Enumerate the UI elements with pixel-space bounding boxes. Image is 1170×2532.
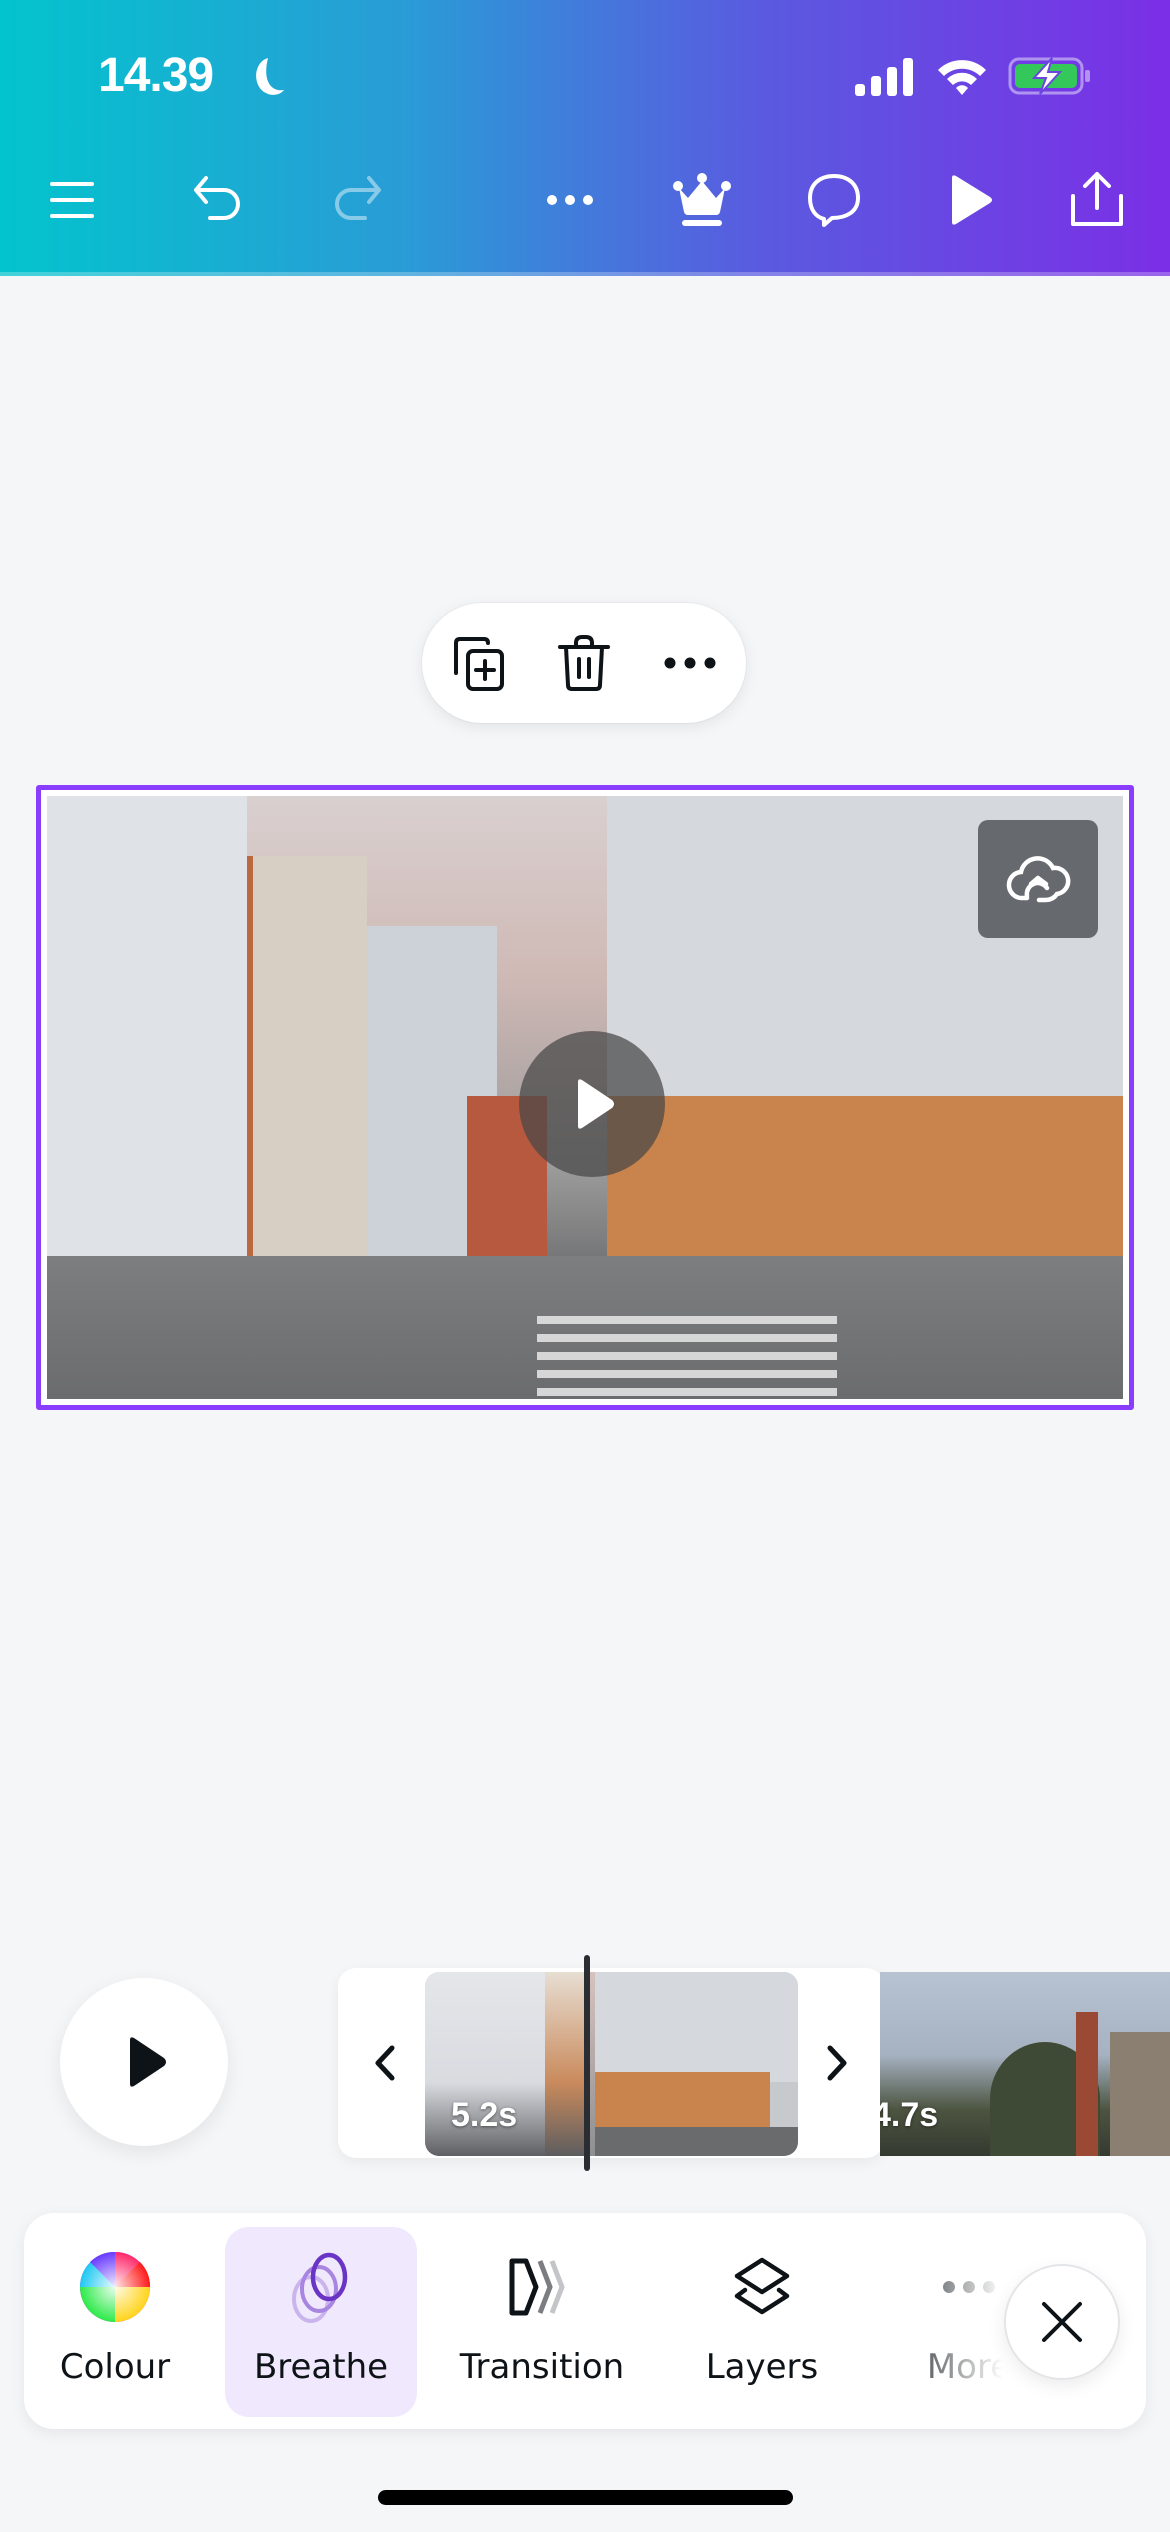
duplicate-icon xyxy=(454,637,504,691)
video-scene-building-left2 xyxy=(247,856,367,1276)
toolbar-item-colour[interactable]: Colour xyxy=(34,2213,196,2429)
more-options-button[interactable] xyxy=(538,168,602,232)
undo-button[interactable] xyxy=(186,168,250,232)
timeline-play-button[interactable] xyxy=(60,1978,228,2146)
chevron-right-icon[interactable] xyxy=(816,2040,856,2086)
video-scene-crosswalk xyxy=(537,1316,837,1396)
selection-toolbar xyxy=(422,603,746,723)
close-icon xyxy=(1042,2302,1082,2342)
color-wheel-icon xyxy=(80,2251,151,2322)
clip-duration: 4.7s xyxy=(880,2096,939,2134)
toolbar-item-label: Colour xyxy=(59,2347,171,2387)
selected-video-element[interactable] xyxy=(36,785,1134,1410)
video-preview[interactable] xyxy=(47,796,1123,1399)
chevron-left-icon[interactable] xyxy=(366,2040,406,2086)
play-icon xyxy=(578,1079,614,1129)
cellular-signal-icon xyxy=(855,58,913,96)
present-button[interactable] xyxy=(936,168,1000,232)
clip-thumb-building xyxy=(1110,2032,1170,2156)
timeline-clip-1[interactable]: 5.2s xyxy=(425,1972,798,2156)
premium-button[interactable] xyxy=(670,168,734,232)
toolbar-item-breathe[interactable]: Breathe xyxy=(225,2227,417,2417)
toolbar-item-transition[interactable]: Transition xyxy=(444,2213,640,2429)
bottom-toolbar: Colour Breathe Transition Layers xyxy=(24,2213,1146,2429)
comment-icon xyxy=(808,174,860,227)
ellipsis-icon xyxy=(547,195,593,205)
close-toolbar-button[interactable] xyxy=(1004,2264,1120,2380)
moon-icon xyxy=(256,58,284,95)
play-icon xyxy=(952,175,992,225)
home-indicator[interactable] xyxy=(378,2490,793,2505)
layers-icon xyxy=(734,2257,790,2315)
toolbar-item-label: Breathe xyxy=(253,2347,389,2387)
upload-to-cloud-button[interactable] xyxy=(978,820,1098,938)
toolbar-item-label: Transition xyxy=(459,2347,625,2387)
ellipsis-icon xyxy=(664,657,716,669)
share-upload-icon xyxy=(1071,172,1123,226)
toolbar-item-label: Layers xyxy=(705,2347,819,2387)
cloud-upload-icon xyxy=(1006,856,1071,903)
clip-thumb-frame xyxy=(595,2072,770,2132)
share-button[interactable] xyxy=(1065,168,1129,232)
wifi-icon xyxy=(938,60,986,95)
clip-thumb-frame xyxy=(545,1972,585,2156)
battery-charging-icon xyxy=(1008,57,1090,95)
clip-thumb-tower xyxy=(1076,2012,1098,2156)
comments-button[interactable] xyxy=(802,168,866,232)
redo-button[interactable] xyxy=(325,168,389,232)
trash-icon xyxy=(558,635,610,691)
hamburger-menu-icon xyxy=(50,182,94,218)
undo-icon xyxy=(194,176,240,220)
selection-more-button[interactable] xyxy=(658,631,722,695)
toolbar-item-layers[interactable]: Layers xyxy=(684,2213,840,2429)
delete-button[interactable] xyxy=(552,631,616,695)
top-bar: 14.39 xyxy=(0,0,1170,276)
redo-icon xyxy=(335,176,381,220)
clip-duration: 5.2s xyxy=(451,2096,518,2134)
crown-icon xyxy=(673,173,731,226)
status-time: 14.39 xyxy=(98,49,214,102)
play-icon xyxy=(130,2037,166,2087)
timeline-playhead[interactable] xyxy=(584,1955,590,2171)
clip-thumb-frame xyxy=(595,2127,798,2156)
video-play-button[interactable] xyxy=(519,1031,665,1177)
timeline-clip-2[interactable]: 4.7s xyxy=(880,1972,1170,2156)
clip-thumb-frame xyxy=(595,1972,798,2082)
duplicate-button[interactable] xyxy=(446,631,510,695)
menu-button[interactable] xyxy=(40,168,104,232)
transition-icon xyxy=(509,2258,565,2316)
breathe-animation-icon xyxy=(292,2252,348,2323)
video-scene-building-left xyxy=(47,796,247,1266)
